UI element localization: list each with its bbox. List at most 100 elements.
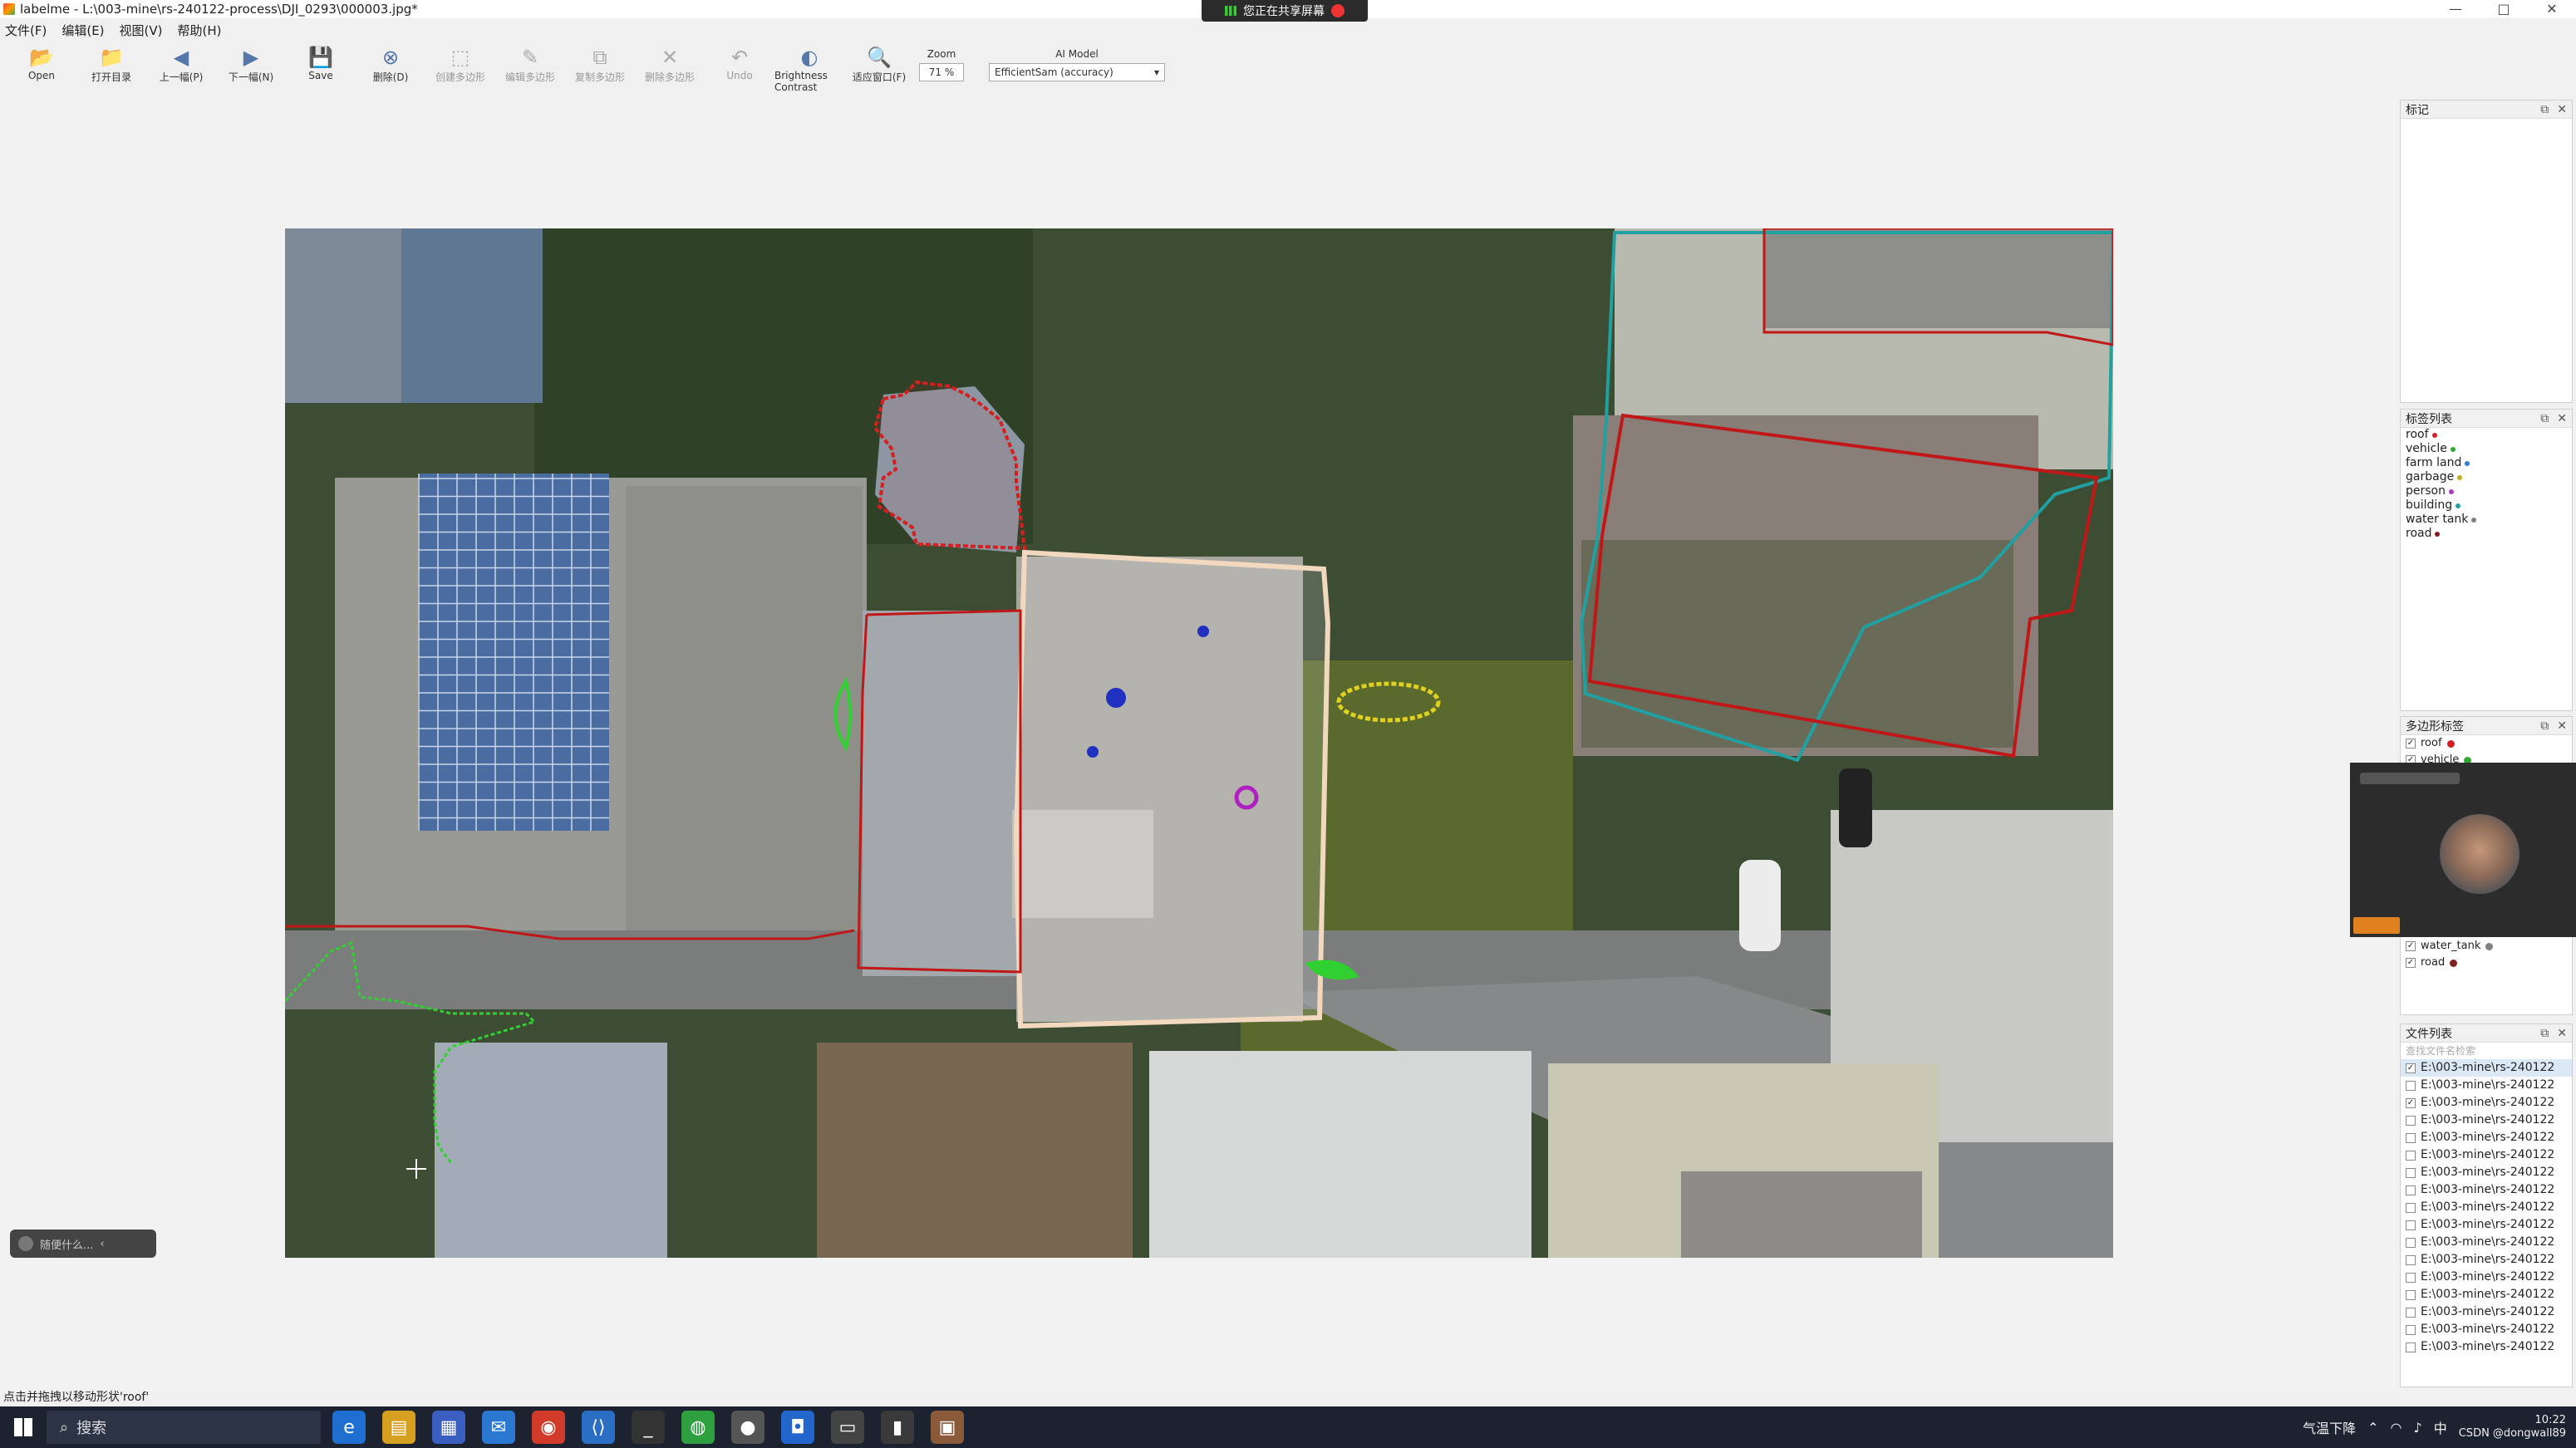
file-list-item[interactable]: E:\003-mine\rs-240122 (2401, 1129, 2572, 1146)
file-checkbox[interactable] (2406, 1342, 2416, 1352)
file-checkbox[interactable] (2406, 1202, 2416, 1213)
file-list-item[interactable]: E:\003-mine\rs-240122 (2401, 1181, 2572, 1199)
polygon-checkbox[interactable]: ✓ (2406, 958, 2416, 968)
file-list-item[interactable]: E:\003-mine\rs-240122 (2401, 1338, 2572, 1356)
tool-brightness[interactable]: ◐ Brightness Contrast (774, 42, 844, 93)
tray-chevron-icon[interactable]: ⌃ (2367, 1420, 2378, 1436)
file-list-item[interactable]: E:\003-mine\rs-240122 (2401, 1303, 2572, 1321)
file-list-item[interactable]: E:\003-mine\rs-240122 (2401, 1199, 2572, 1216)
file-checkbox[interactable] (2406, 1132, 2416, 1143)
clock[interactable]: 10:22 CSDN @dongwall89 (2459, 1414, 2566, 1441)
tool-save[interactable]: 💾 Save (286, 42, 356, 81)
file-checkbox[interactable] (2406, 1080, 2416, 1091)
polygon-item-roof[interactable]: ✓ roof (2401, 735, 2572, 752)
label-item-road[interactable]: road (2401, 527, 2572, 541)
file-list-item[interactable]: E:\003-mine\rs-240122 (2401, 1216, 2572, 1234)
media-app-icon[interactable]: ● (731, 1411, 764, 1444)
label-item-water-tank[interactable]: water tank (2401, 513, 2572, 527)
screen-share-badge[interactable]: 您正在共享屏幕 (1202, 0, 1368, 22)
file-list-item[interactable]: E:\003-mine\rs-240122 (2401, 1251, 2572, 1269)
wechat-app-icon[interactable]: ◍ (681, 1411, 715, 1444)
canvas-area[interactable]: 随便什么... ‹ (0, 100, 2397, 1392)
file-list-item[interactable]: E:\003-mine\rs-240122 (2401, 1112, 2572, 1129)
vscode-app-icon[interactable]: ⟨⟩ (582, 1411, 615, 1444)
tool-edit-polygon[interactable]: ✎ 编辑多边形 (495, 42, 565, 84)
label-item-roof[interactable]: roof (2401, 428, 2572, 442)
label-item-person[interactable]: person (2401, 484, 2572, 498)
file-list-item[interactable]: E:\003-mine\rs-240122 (2401, 1146, 2572, 1164)
mail-app-icon[interactable]: ✉ (482, 1411, 515, 1444)
close-icon[interactable]: ✕ (2557, 1027, 2567, 1040)
polygon-item-road[interactable]: ✓ road (2401, 955, 2572, 971)
label-item-building[interactable]: building (2401, 498, 2572, 513)
maximize-button[interactable]: □ (2480, 0, 2528, 18)
taskbar-search[interactable]: ⌕ 搜索 (47, 1411, 321, 1444)
terminal-app-icon[interactable]: _ (632, 1411, 665, 1444)
notes-app-icon[interactable]: ▮ (881, 1411, 914, 1444)
file-checkbox[interactable] (2406, 1150, 2416, 1161)
tool-fit-window[interactable]: 🔍 适应窗口(F) (844, 42, 914, 84)
tool-undo[interactable]: ↶ Undo (705, 42, 774, 81)
tool-delete-polygon[interactable]: ✕ 删除多边形 (635, 42, 705, 84)
file-list-item[interactable]: ✓ E:\003-mine\rs-240122 (2401, 1094, 2572, 1112)
file-list-item[interactable]: E:\003-mine\rs-240122 (2401, 1234, 2572, 1251)
tool-open[interactable]: 📂 Open (7, 42, 76, 81)
polygon-checkbox[interactable]: ✓ (2406, 941, 2416, 951)
tool-next[interactable]: ▶ 下一幅(N) (216, 42, 286, 84)
file-checkbox[interactable] (2406, 1254, 2416, 1265)
file-list-item[interactable]: E:\003-mine\rs-240122 (2401, 1269, 2572, 1286)
float-icon[interactable]: ⧉ (2540, 719, 2549, 733)
close-button[interactable]: ✕ (2528, 0, 2576, 18)
wifi-icon[interactable]: ◠ (2391, 1420, 2402, 1436)
label-item-farm-land[interactable]: farm land (2401, 456, 2572, 470)
window-app-icon[interactable]: ▭ (831, 1411, 864, 1444)
chevron-left-icon[interactable]: ‹ (100, 1238, 104, 1250)
start-button[interactable] (0, 1406, 47, 1448)
file-list-item[interactable]: E:\003-mine\rs-240122 (2401, 1077, 2572, 1094)
tool-folder[interactable]: 📁 打开目录 (76, 42, 146, 84)
file-checkbox[interactable] (2406, 1307, 2416, 1318)
label-item-vehicle[interactable]: vehicle (2401, 442, 2572, 456)
close-icon[interactable]: ✕ (2557, 103, 2567, 116)
file-checkbox[interactable] (2406, 1324, 2416, 1335)
float-icon[interactable]: ⧉ (2540, 412, 2549, 425)
label-item-garbage[interactable]: garbage (2401, 470, 2572, 484)
menu-help[interactable]: 帮助(H) (178, 22, 222, 39)
file-list-item[interactable]: ✓ E:\003-mine\rs-240122 (2401, 1059, 2572, 1077)
tool-create-polygon[interactable]: ⬚ 创建多边形 (425, 42, 495, 84)
video-call-overlay[interactable] (2350, 763, 2576, 937)
file-checkbox[interactable] (2406, 1289, 2416, 1300)
edge-app-icon[interactable]: e (332, 1411, 366, 1444)
float-icon[interactable]: ⧉ (2540, 103, 2549, 116)
labelme-task-icon[interactable]: ▣ (931, 1411, 964, 1444)
file-checkbox[interactable]: ✓ (2406, 1097, 2416, 1108)
file-list-item[interactable]: E:\003-mine\rs-240122 (2401, 1321, 2572, 1338)
file-checkbox[interactable]: ✓ (2406, 1063, 2416, 1073)
ai-model-select[interactable]: EfficientSam (accuracy) ▾ (989, 63, 1165, 81)
menu-edit[interactable]: 编辑(E) (61, 22, 104, 39)
ime-indicator[interactable]: 中 (2434, 1417, 2447, 1437)
file-search-input[interactable]: 查找文件名检索 (2401, 1043, 2572, 1059)
tool-prev[interactable]: ◀ 上一幅(P) (146, 42, 216, 84)
file-list-item[interactable]: E:\003-mine\rs-240122 (2401, 1286, 2572, 1303)
file-list-item[interactable]: E:\003-mine\rs-240122 (2401, 1164, 2572, 1181)
zoom-spinbox[interactable]: 71 % (919, 63, 964, 81)
file-checkbox[interactable] (2406, 1167, 2416, 1178)
file-checkbox[interactable] (2406, 1115, 2416, 1126)
volume-icon[interactable]: ♪ (2414, 1420, 2422, 1436)
floating-input-pill[interactable]: 随便什么... ‹ (10, 1230, 156, 1258)
aerial-image[interactable] (285, 228, 2113, 1258)
file-checkbox[interactable] (2406, 1237, 2416, 1248)
file-checkbox[interactable] (2406, 1185, 2416, 1195)
float-icon[interactable]: ⧉ (2540, 1027, 2549, 1040)
polygon-item-water_tank[interactable]: ✓ water_tank (2401, 938, 2572, 955)
file-checkbox[interactable] (2406, 1220, 2416, 1230)
tool-delete[interactable]: ⊗ 删除(D) (356, 42, 425, 84)
file-checkbox[interactable] (2406, 1272, 2416, 1283)
explorer-app-icon[interactable]: ▤ (382, 1411, 415, 1444)
tool-copy-polygon[interactable]: ⧉ 复制多边形 (565, 42, 635, 84)
stop-share-icon[interactable] (1331, 4, 1345, 17)
meeting-app-icon[interactable]: ◘ (781, 1411, 814, 1444)
weather-text[interactable]: 气温下降 (2303, 1417, 2356, 1437)
store-app-icon[interactable]: ▦ (432, 1411, 465, 1444)
